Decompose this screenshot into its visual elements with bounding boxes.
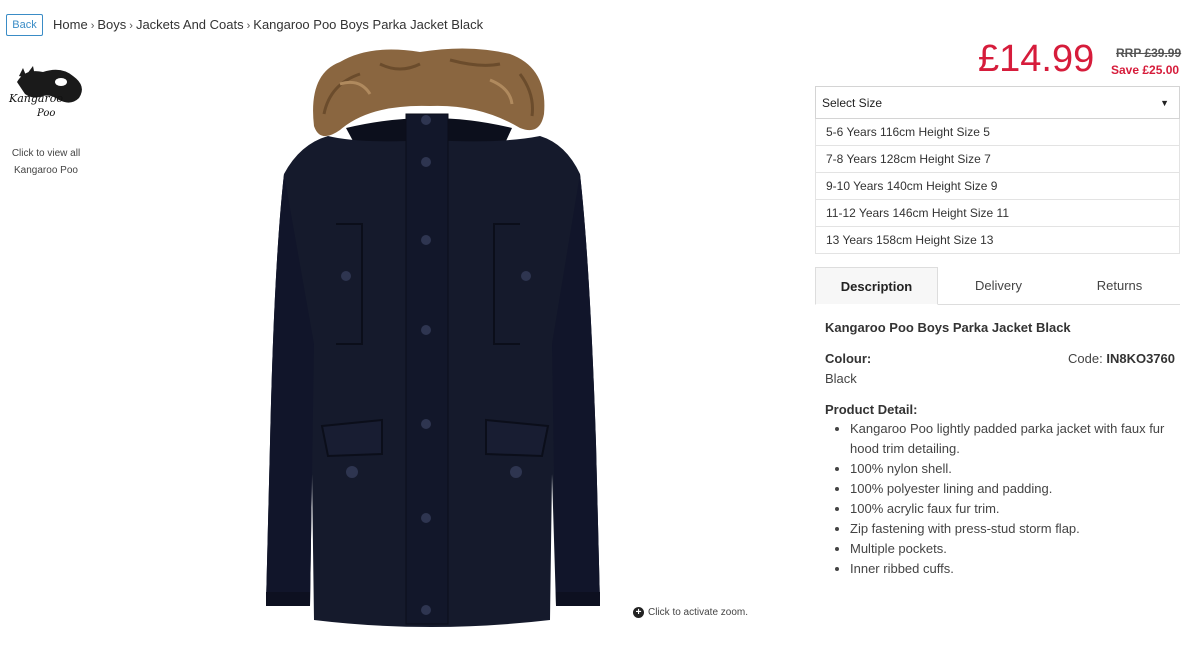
brand-link[interactable]: Kangaroo Poo Click to view all Kangaroo … [0,62,92,179]
breadcrumb-current: Kangaroo Poo Boys Parka Jacket Black [253,17,484,32]
caret-down-icon: ▼ [1160,97,1169,108]
colour-code-row: Colour: Code: IN8KO3760 [825,351,1175,366]
product-detail-list: Kangaroo Poo lightly padded parka jacket… [850,419,1175,579]
list-item: 100% polyester lining and padding. [850,479,1175,499]
size-options-list: 5-6 Years 116cm Height Size 5 7-8 Years … [815,119,1180,254]
logo-text-line1: Kangaroo [8,92,63,105]
brand-caption-line1: Click to view all [11,148,81,159]
breadcrumb: Home › Boys › Jackets And Coats › Kangaroo Poo… [53,17,483,32]
product-code: Code: IN8KO3760 [1068,351,1175,366]
breadcrumb-boys[interactable]: Boys [97,17,126,32]
size-select-label: Select Size [822,95,883,110]
product-info-tabs: Description Delivery Returns [815,267,1180,305]
product-title: Kangaroo Poo Boys Parka Jacket Black [825,320,1071,335]
breadcrumb-jackets-and-coats[interactable]: Jackets And Coats [136,17,244,32]
list-item: Multiple pockets. [850,539,1175,559]
code-label: Code: [1068,351,1103,366]
size-select[interactable]: Select Size ▼ [815,86,1180,119]
colour-value: Black [825,371,857,386]
size-option[interactable]: 5-6 Years 116cm Height Size 5 [815,119,1180,146]
back-button[interactable]: Back [6,14,43,36]
colour-label: Colour: [825,351,872,366]
rrp-price: RRP £39.99 [1116,46,1182,60]
savings-label: Save £25.00 [1111,63,1180,77]
description-panel: Kangaroo Poo Boys Parka Jacket Black Col… [825,320,1175,579]
tab-returns[interactable]: Returns [1059,267,1180,304]
brand-caption-line2: Kangaroo Poo [14,165,78,176]
size-option[interactable]: 13 Years 158cm Height Size 13 [815,227,1180,254]
size-option[interactable]: 11-12 Years 146cm Height Size 11 [815,200,1180,227]
zoom-hint-text: Click to activate zoom. [648,607,749,618]
list-item: Zip fastening with press-stud storm flap… [850,519,1175,539]
tab-delivery[interactable]: Delivery [938,267,1059,304]
size-option[interactable]: 9-10 Years 140cm Height Size 9 [815,173,1180,200]
price: £14.99 [978,38,1095,80]
breadcrumb-separator: › [246,20,251,32]
plus-circle-icon: + [633,607,644,618]
brand-caption: Click to view all Kangaroo Poo [0,145,92,179]
list-item: Inner ribbed cuffs. [850,559,1175,579]
tab-description[interactable]: Description [815,267,938,305]
zoom-hint[interactable]: + Click to activate zoom. [633,607,748,618]
list-item: Kangaroo Poo lightly padded parka jacket… [850,419,1175,459]
code-value: IN8KO3760 [1106,351,1175,366]
size-option[interactable]: 7-8 Years 128cm Height Size 7 [815,146,1180,173]
list-item: 100% acrylic faux fur trim. [850,499,1175,519]
product-image[interactable] [250,44,630,634]
breadcrumb-separator: › [129,20,133,32]
list-item: 100% nylon shell. [850,459,1175,479]
product-detail-heading: Product Detail: [825,402,918,417]
brand-logo: Kangaroo Poo [8,66,82,119]
breadcrumb-separator: › [90,20,95,32]
breadcrumb-home[interactable]: Home [53,17,88,32]
logo-text-line2: Poo [36,108,55,119]
